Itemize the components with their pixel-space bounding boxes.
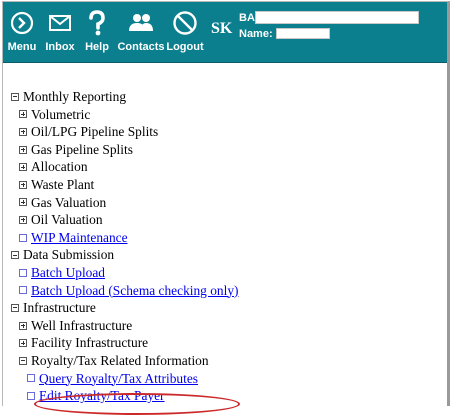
leaf-icon — [27, 391, 35, 400]
leaf-icon — [19, 268, 27, 277]
people-icon — [129, 13, 153, 31]
expand-icon[interactable] — [19, 321, 27, 330]
top-nav-bar: Menu Inbox Help Contacts Logout SK BA: N… — [3, 2, 447, 63]
tree-label: Well Infrastructure — [31, 317, 133, 333]
tree-item[interactable]: Query Royalty/Tax Attributes — [11, 370, 239, 388]
collapse-icon[interactable] — [11, 92, 19, 101]
tree-label: Oil/LPG Pipeline Splits — [31, 124, 159, 140]
expand-icon[interactable] — [19, 339, 27, 348]
tree-label: Infrastructure — [23, 300, 96, 316]
tree-item[interactable]: Infrastructure — [11, 299, 239, 317]
tree-label: Allocation — [31, 159, 88, 175]
envelope-icon — [49, 14, 71, 31]
tree-label: Facility Infrastructure — [31, 335, 149, 351]
province-code: SK — [211, 20, 233, 37]
nav-inbox[interactable]: Inbox — [45, 9, 75, 53]
tree-item[interactable]: Oil Valuation — [11, 211, 239, 229]
nav-menu[interactable]: Menu — [7, 9, 37, 53]
tree-item[interactable]: Monthly Reporting — [11, 88, 239, 106]
tree-item[interactable]: Gas Pipeline Splits — [11, 141, 239, 159]
tree-label: Oil Valuation — [31, 212, 103, 228]
tree-link[interactable]: Batch Upload (Schema checking only) — [31, 282, 239, 300]
question-icon — [89, 9, 105, 35]
nav-label: Contacts — [117, 41, 165, 53]
expand-icon[interactable] — [19, 110, 27, 119]
name-label: Name: — [239, 28, 273, 40]
leaf-icon — [19, 233, 27, 242]
tree-item[interactable]: Allocation — [11, 158, 239, 176]
nav-logout[interactable]: Logout — [166, 9, 204, 53]
leaf-icon — [27, 374, 35, 383]
tree-item[interactable]: Well Infrastructure — [11, 317, 239, 335]
tree-item[interactable]: Data Submission — [11, 246, 239, 264]
nav-label: Logout — [166, 41, 204, 53]
nav-contacts[interactable]: Contacts — [117, 9, 165, 53]
name-field — [276, 28, 330, 39]
no-entry-icon — [173, 10, 197, 35]
expand-icon[interactable] — [19, 198, 27, 207]
collapse-icon[interactable] — [11, 303, 19, 312]
tree-item[interactable]: Batch Upload — [11, 264, 239, 282]
tree-link[interactable]: WIP Maintenance — [31, 229, 128, 247]
tree-item[interactable]: Oil/LPG Pipeline Splits — [11, 123, 239, 141]
tree-item[interactable]: Waste Plant — [11, 176, 239, 194]
highlight-circle — [34, 393, 240, 415]
tree-label: Gas Pipeline Splits — [31, 141, 133, 157]
expand-icon[interactable] — [19, 215, 27, 224]
tree-label: Monthly Reporting — [23, 89, 127, 104]
expand-icon[interactable] — [19, 180, 27, 189]
menu-icon — [10, 11, 34, 34]
tree-item[interactable]: Volumetric — [11, 106, 239, 124]
tree-item[interactable]: Facility Infrastructure — [11, 334, 239, 352]
tree-label: Volumetric — [31, 106, 91, 122]
nav-help[interactable]: Help — [83, 9, 111, 53]
tree-label: Gas Valuation — [31, 194, 107, 210]
tree-label: Royalty/Tax Related Information — [31, 352, 209, 368]
tree-link[interactable]: Batch Upload — [31, 264, 105, 282]
tree-label: Waste Plant — [31, 176, 95, 192]
ba-field — [255, 11, 419, 24]
tree-label: Data Submission — [23, 247, 115, 263]
app-frame: Menu Inbox Help Contacts Logout SK BA: N… — [2, 1, 450, 406]
tree-item[interactable]: WIP Maintenance — [11, 229, 239, 247]
collapse-icon[interactable] — [19, 356, 27, 365]
tree-item[interactable]: Royalty/Tax Related Information — [11, 352, 239, 370]
nav-label: Inbox — [45, 41, 75, 53]
expand-icon[interactable] — [19, 145, 27, 154]
navigation-tree: Monthly Reporting Volumetric Oil/LPG Pipel… — [11, 88, 239, 406]
tree-item[interactable]: Batch Upload (Schema checking only) — [11, 282, 239, 300]
nav-label: Menu — [7, 41, 37, 53]
tree-link[interactable]: Query Royalty/Tax Attributes — [39, 370, 198, 388]
expand-icon[interactable] — [19, 163, 27, 172]
tree-item[interactable]: Gas Valuation — [11, 194, 239, 212]
expand-icon[interactable] — [19, 127, 27, 136]
collapse-icon[interactable] — [11, 251, 19, 260]
nav-label: Help — [85, 41, 109, 53]
leaf-icon — [19, 286, 27, 295]
